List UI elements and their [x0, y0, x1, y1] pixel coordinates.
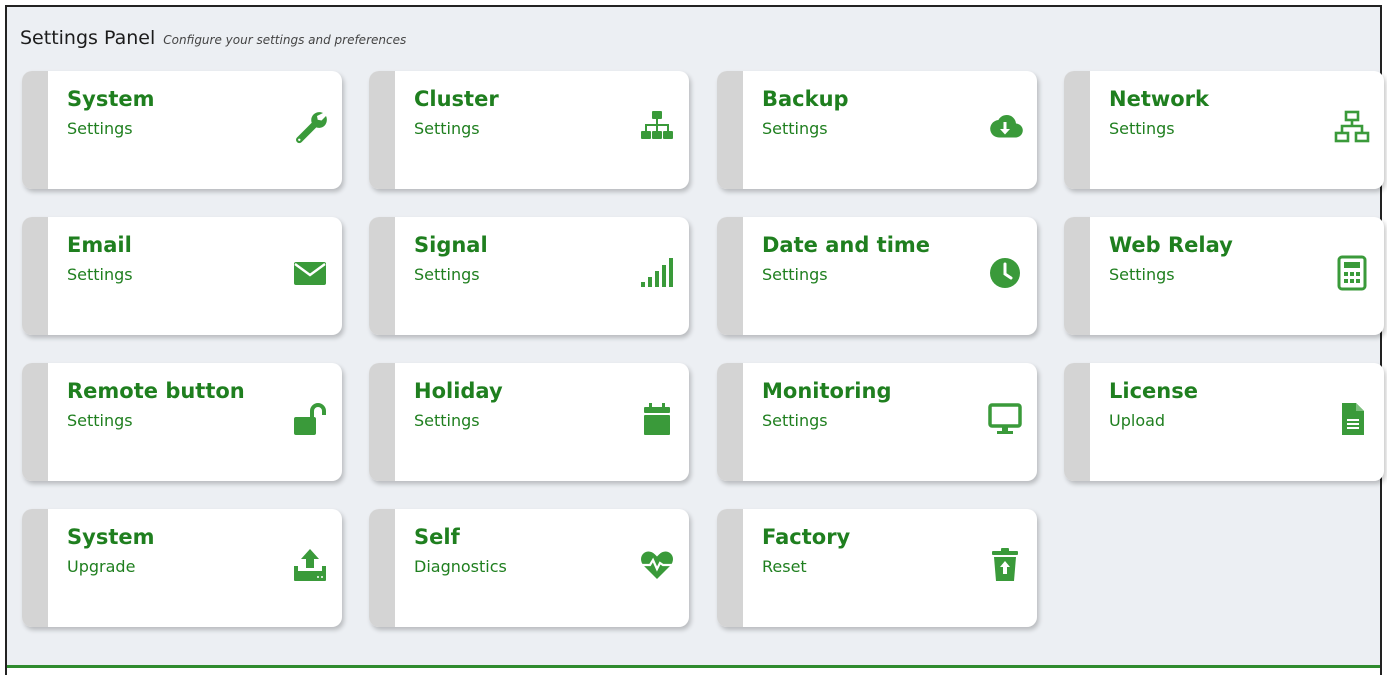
card-stripe [22, 71, 48, 189]
card-title: System [67, 87, 155, 111]
card-subtitle: Settings [67, 411, 133, 430]
card-title: Date and time [762, 233, 931, 257]
card-monitoring-settings[interactable]: Monitoring Settings [717, 363, 1037, 481]
trash-restore-icon [987, 547, 1023, 583]
signal-icon [639, 255, 675, 291]
network-icon [1334, 109, 1370, 145]
monitor-icon [987, 401, 1023, 437]
card-title: License [1109, 379, 1198, 403]
card-subtitle: Settings [414, 265, 480, 284]
card-stripe [717, 509, 743, 627]
card-subtitle: Settings [67, 265, 133, 284]
card-subtitle: Upgrade [67, 557, 136, 576]
card-remote-button-settings[interactable]: Remote button Settings [22, 363, 342, 481]
card-subtitle: Reset [762, 557, 807, 576]
card-backup-settings[interactable]: Backup Settings [717, 71, 1037, 189]
card-stripe [369, 71, 395, 189]
calendar-icon [639, 401, 675, 437]
card-stripe [22, 363, 48, 481]
card-title: Factory [762, 525, 851, 549]
card-title: Email [67, 233, 132, 257]
panel-header: Settings Panel Configure your settings a… [20, 27, 406, 51]
card-stripe [1064, 71, 1090, 189]
card-title: Holiday [414, 379, 503, 403]
card-subtitle: Settings [762, 119, 828, 138]
document-icon [1334, 401, 1370, 437]
card-title: Monitoring [762, 379, 892, 403]
card-cluster-settings[interactable]: Cluster Settings [369, 71, 689, 189]
card-subtitle: Settings [1109, 265, 1175, 284]
card-stripe [22, 217, 48, 335]
heartbeat-icon [639, 547, 675, 583]
settings-panel: Settings Panel Configure your settings a… [5, 5, 1384, 675]
card-title: Signal [414, 233, 488, 257]
upload-icon [292, 547, 328, 583]
card-subtitle: Settings [67, 119, 133, 138]
card-title: Backup [762, 87, 849, 111]
card-stripe [369, 509, 395, 627]
card-stripe [1064, 217, 1090, 335]
panel-subtitle: Configure your settings and preferences [163, 33, 407, 47]
card-subtitle: Upload [1109, 411, 1166, 430]
card-holiday-settings[interactable]: Holiday Settings [369, 363, 689, 481]
card-subtitle: Settings [1109, 119, 1175, 138]
card-stripe [1064, 363, 1090, 481]
card-web-relay-settings[interactable]: Web Relay Settings [1064, 217, 1384, 335]
cloud-download-icon [987, 109, 1023, 145]
unlock-icon [292, 401, 328, 437]
card-stripe [717, 363, 743, 481]
wrench-icon [292, 109, 328, 145]
card-factory-reset[interactable]: Factory Reset [717, 509, 1037, 627]
card-license-upload[interactable]: License Upload [1064, 363, 1384, 481]
card-title: Self [414, 525, 460, 549]
panel-title: Settings Panel [20, 27, 156, 49]
card-subtitle: Diagnostics [414, 557, 507, 576]
card-title: Remote button [67, 379, 245, 403]
envelope-icon [292, 255, 328, 291]
card-title: Web Relay [1109, 233, 1233, 257]
card-signal-settings[interactable]: Signal Settings [369, 217, 689, 335]
card-stripe [717, 217, 743, 335]
card-title: System [67, 525, 155, 549]
card-subtitle: Settings [762, 265, 828, 284]
card-self-diagnostics[interactable]: Self Diagnostics [369, 509, 689, 627]
card-subtitle: Settings [414, 411, 480, 430]
card-system-settings[interactable]: System Settings [22, 71, 342, 189]
card-network-settings[interactable]: Network Settings [1064, 71, 1384, 189]
card-stripe [369, 217, 395, 335]
footer-area [7, 668, 1380, 675]
card-date-and-time-settings[interactable]: Date and time Settings [717, 217, 1037, 335]
card-stripe [717, 71, 743, 189]
calculator-icon [1334, 255, 1370, 291]
card-title: Cluster [414, 87, 499, 111]
card-subtitle: Settings [762, 411, 828, 430]
card-stripe [369, 363, 395, 481]
card-title: Network [1109, 87, 1210, 111]
card-email-settings[interactable]: Email Settings [22, 217, 342, 335]
clock-icon [987, 255, 1023, 291]
sitemap-icon [639, 109, 675, 145]
card-subtitle: Settings [414, 119, 480, 138]
card-stripe [22, 509, 48, 627]
card-system-upgrade[interactable]: System Upgrade [22, 509, 342, 627]
